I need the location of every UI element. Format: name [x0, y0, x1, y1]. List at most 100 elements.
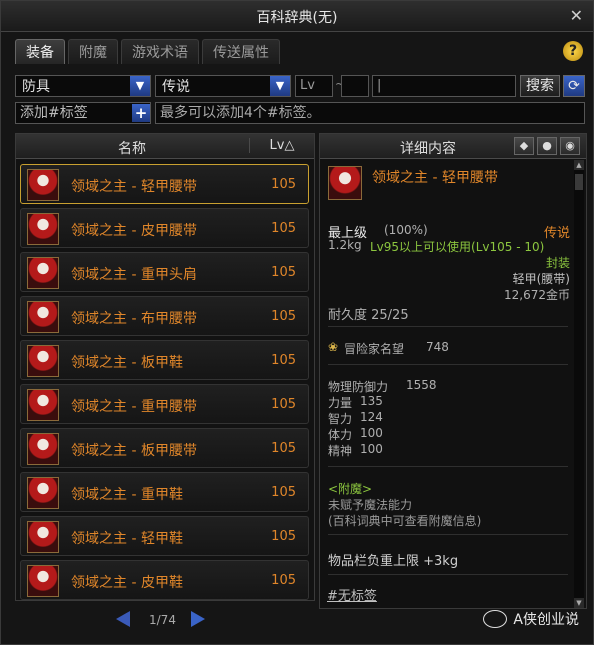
list-item[interactable]: 领域之主 - 轻甲鞋 105	[20, 516, 309, 556]
list-item[interactable]: 领域之主 - 布甲腰带 105	[20, 296, 309, 336]
category-select[interactable]: 防具 ▼	[15, 75, 151, 97]
item-icon	[27, 213, 59, 245]
item-lv: 105	[271, 529, 296, 544]
avatar-preview-icon[interactable]: ◆	[514, 137, 534, 155]
item-lv: 105	[271, 353, 296, 368]
item-lv: 105	[271, 265, 296, 280]
item-lv: 105	[271, 573, 296, 588]
fame-value: 748	[426, 340, 449, 354]
stat-label: 精神	[328, 444, 353, 458]
lv-min-input[interactable]: Lv	[295, 75, 333, 97]
list-item[interactable]: 领域之主 - 皮甲鞋 105	[20, 560, 309, 600]
eye-icon[interactable]: ◉	[560, 137, 580, 155]
close-icon[interactable]: ✕	[570, 6, 583, 25]
divider	[328, 364, 568, 365]
lv-max-input[interactable]	[341, 75, 369, 97]
watermark-text: A侠创业说	[513, 612, 579, 628]
type-text: 轻甲(腰带)	[512, 272, 570, 286]
rarity-select[interactable]: 传说 ▼	[155, 75, 291, 97]
item-icon	[27, 389, 59, 421]
seal-text: 封装	[545, 256, 570, 270]
pagination: 1/74	[111, 611, 221, 631]
item-icon	[27, 301, 59, 333]
item-lv: 105	[271, 485, 296, 500]
detail-header: 详细内容 ◆ ● ◉	[320, 134, 586, 159]
stat-value: 124	[360, 410, 383, 424]
rarity-value: 传说	[162, 79, 190, 95]
item-name: 领域之主 - 轻甲鞋	[71, 531, 183, 547]
usable-text: Lv95以上可以使用(Lv105 - 10)	[370, 240, 545, 254]
wechat-logo-icon	[483, 610, 508, 628]
list-item[interactable]: 领域之主 - 皮甲腰带 105	[20, 208, 309, 248]
item-name: 领域之主 - 皮甲鞋	[71, 575, 183, 591]
item-name: 领域之主 - 轻甲腰带	[71, 179, 197, 195]
item-list: 名称 Lv△ 领域之主 - 轻甲腰带 105 领域之主 - 皮甲腰带 105 领…	[15, 133, 315, 601]
list-item[interactable]: 领域之主 - 重甲头肩 105	[20, 252, 309, 292]
tab-bar: 装备 附魔 游戏术语 传送属性	[15, 39, 280, 64]
item-name: 领域之主 - 重甲鞋	[71, 487, 183, 503]
tab-teleport-attr[interactable]: 传送属性	[202, 39, 280, 64]
divider	[328, 466, 568, 467]
refresh-icon[interactable]: ⟳	[563, 75, 585, 97]
column-lv[interactable]: Lv△	[249, 138, 314, 153]
rarity-text: 传说	[543, 226, 570, 241]
watermark: A侠创业说	[483, 609, 579, 629]
item-name: 领域之主 - 布甲腰带	[71, 311, 197, 327]
title-bar[interactable]: 百科辞典(无) ✕	[1, 1, 593, 32]
help-icon[interactable]: ?	[563, 41, 583, 61]
pin-icon[interactable]: ●	[537, 137, 557, 155]
stat-value: 100	[360, 442, 383, 456]
stat-value: 100	[360, 426, 383, 440]
enchant-hint: (百科词典中可查看附魔信息)	[328, 514, 482, 528]
page-number: 1/74	[149, 613, 176, 627]
encyclopedia-window: 百科辞典(无) ✕ 装备 附魔 游戏术语 传送属性 ? 防具 ▼ 传说 ▼ Lv…	[0, 0, 594, 645]
scroll-down-icon[interactable]: ▼	[574, 598, 584, 608]
tab-game-terms[interactable]: 游戏术语	[121, 39, 199, 64]
inventory-weight: 物品栏负重上限 +3kg	[328, 554, 459, 569]
item-icon	[27, 169, 59, 201]
item-lv: 105	[271, 177, 296, 192]
detail-item-icon	[328, 166, 362, 200]
list-item[interactable]: 领域之主 - 板甲腰带 105	[20, 428, 309, 468]
add-tag-field[interactable]: 添加#标签	[15, 102, 151, 124]
chevron-down-icon[interactable]: ▼	[130, 76, 150, 96]
chevron-down-icon[interactable]: ▼	[270, 76, 290, 96]
tab-equipment[interactable]: 装备	[15, 39, 65, 64]
search-input[interactable]: |	[372, 75, 516, 97]
scroll-thumb[interactable]	[575, 174, 583, 190]
column-name[interactable]: 名称	[16, 138, 248, 158]
tag-hint: 最多可以添加4个#标签。	[160, 105, 321, 121]
scroll-up-icon[interactable]: ▲	[574, 160, 584, 170]
divider	[328, 574, 568, 575]
no-tag-link[interactable]: #无标签	[327, 585, 377, 604]
list-item[interactable]: 领域之主 - 轻甲腰带 105	[20, 164, 309, 204]
tag-input[interactable]: 最多可以添加4个#标签。	[155, 102, 585, 124]
list-item[interactable]: 领域之主 - 重甲鞋 105	[20, 472, 309, 512]
fame-icon: ❀	[328, 340, 339, 354]
tab-enchant[interactable]: 附魔	[68, 39, 118, 64]
window-title: 百科辞典(无)	[256, 10, 338, 26]
detail-scrollbar[interactable]: ▲ ▼	[574, 160, 584, 608]
list-header: 名称 Lv△	[16, 134, 314, 159]
fame-label: 冒险家名望	[344, 342, 405, 356]
list-item[interactable]: 领域之主 - 板甲鞋 105	[20, 340, 309, 380]
item-name: 领域之主 - 重甲头肩	[71, 267, 197, 283]
item-lv: 105	[271, 397, 296, 412]
item-icon	[27, 257, 59, 289]
stat-value: 1558	[406, 378, 437, 392]
item-icon	[27, 433, 59, 465]
search-button[interactable]: 搜索	[520, 75, 560, 97]
item-icon	[27, 521, 59, 553]
filter-bar: 防具 ▼ 传说 ▼ Lv ~ | 搜索 ⟳	[15, 75, 585, 99]
stat-label: 力量	[328, 396, 353, 410]
item-icon	[27, 345, 59, 377]
prev-page-icon[interactable]	[116, 611, 130, 627]
grade-pct: (100%)	[384, 223, 428, 237]
list-item[interactable]: 领域之主 - 重甲腰带 105	[20, 384, 309, 424]
next-page-icon[interactable]	[191, 611, 205, 627]
add-tag-button[interactable]: +	[132, 104, 150, 122]
item-icon	[27, 477, 59, 509]
divider	[328, 534, 568, 535]
tag-row: 添加#标签 + 最多可以添加4个#标签。	[15, 102, 585, 124]
stat-label: 智力	[328, 412, 353, 426]
